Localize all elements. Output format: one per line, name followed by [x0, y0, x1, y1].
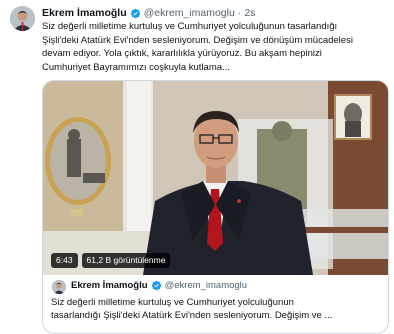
video-player[interactable]: 6:43 61,2 B görüntülenme	[43, 81, 388, 275]
quoted-verified-badge-icon	[151, 280, 161, 291]
author-handle[interactable]: @ekrem_imamoglu	[144, 7, 235, 19]
author-name[interactable]: Ekrem İmamoğlu	[42, 7, 127, 19]
verified-badge-icon	[130, 8, 140, 18]
quoted-text-line: Siz değerli milletime kurtuluş ve Cumhur…	[51, 297, 294, 308]
quoted-author-handle[interactable]: @ekrem_imamoglu	[165, 280, 248, 291]
video-views: 61,2 B görüntülenme	[81, 253, 171, 268]
tweet-text-line: Siz değerli milletime kurtuluş ve Cumhur…	[42, 21, 338, 32]
tweet-text: Siz değerli milletime kurtuluş ve Cumhur…	[42, 20, 382, 74]
tweet-text-line: Cumhuriyet Bayramımızı coşkuyla kutlama.…	[42, 61, 230, 73]
quoted-tweet-header: Ekrem İmamoğlu @ekrem_imamoglu	[71, 280, 247, 291]
video-duration: 6:43	[51, 253, 78, 268]
quoted-text-line: tasarlandığı Şişli'deki Atatürk Evi'nden…	[51, 310, 333, 321]
author-avatar-image	[10, 6, 35, 31]
tweet-header: Ekrem İmamoğlu @ekrem_imamoglu · 2s	[42, 6, 255, 20]
media-card: 6:43 61,2 B görüntülenme Ekrem İmamoğlu …	[42, 80, 389, 334]
tweet-text-line: devam ediyor. Yola çıktık, kararlılıkla …	[42, 48, 322, 59]
author-avatar[interactable]	[10, 6, 35, 31]
quoted-author-name[interactable]: Ekrem İmamoğlu	[71, 280, 148, 291]
tweet-timestamp[interactable]: 2s	[244, 7, 255, 19]
quoted-author-avatar[interactable]	[52, 280, 66, 294]
quoted-avatar-image	[52, 280, 66, 294]
header-separator: ·	[237, 7, 242, 19]
quoted-tweet-text: Siz değerli milletime kurtuluş ve Cumhur…	[51, 296, 385, 322]
tweet-text-line: Şişli'deki Atatürk Evi'nden sesleniyorum…	[42, 34, 353, 46]
video-overlay: 6:43 61,2 B görüntülenme	[51, 253, 171, 268]
video-thumbnail	[43, 81, 388, 275]
quoted-tweet[interactable]: Ekrem İmamoğlu @ekrem_imamoglu Siz değer…	[43, 275, 388, 333]
